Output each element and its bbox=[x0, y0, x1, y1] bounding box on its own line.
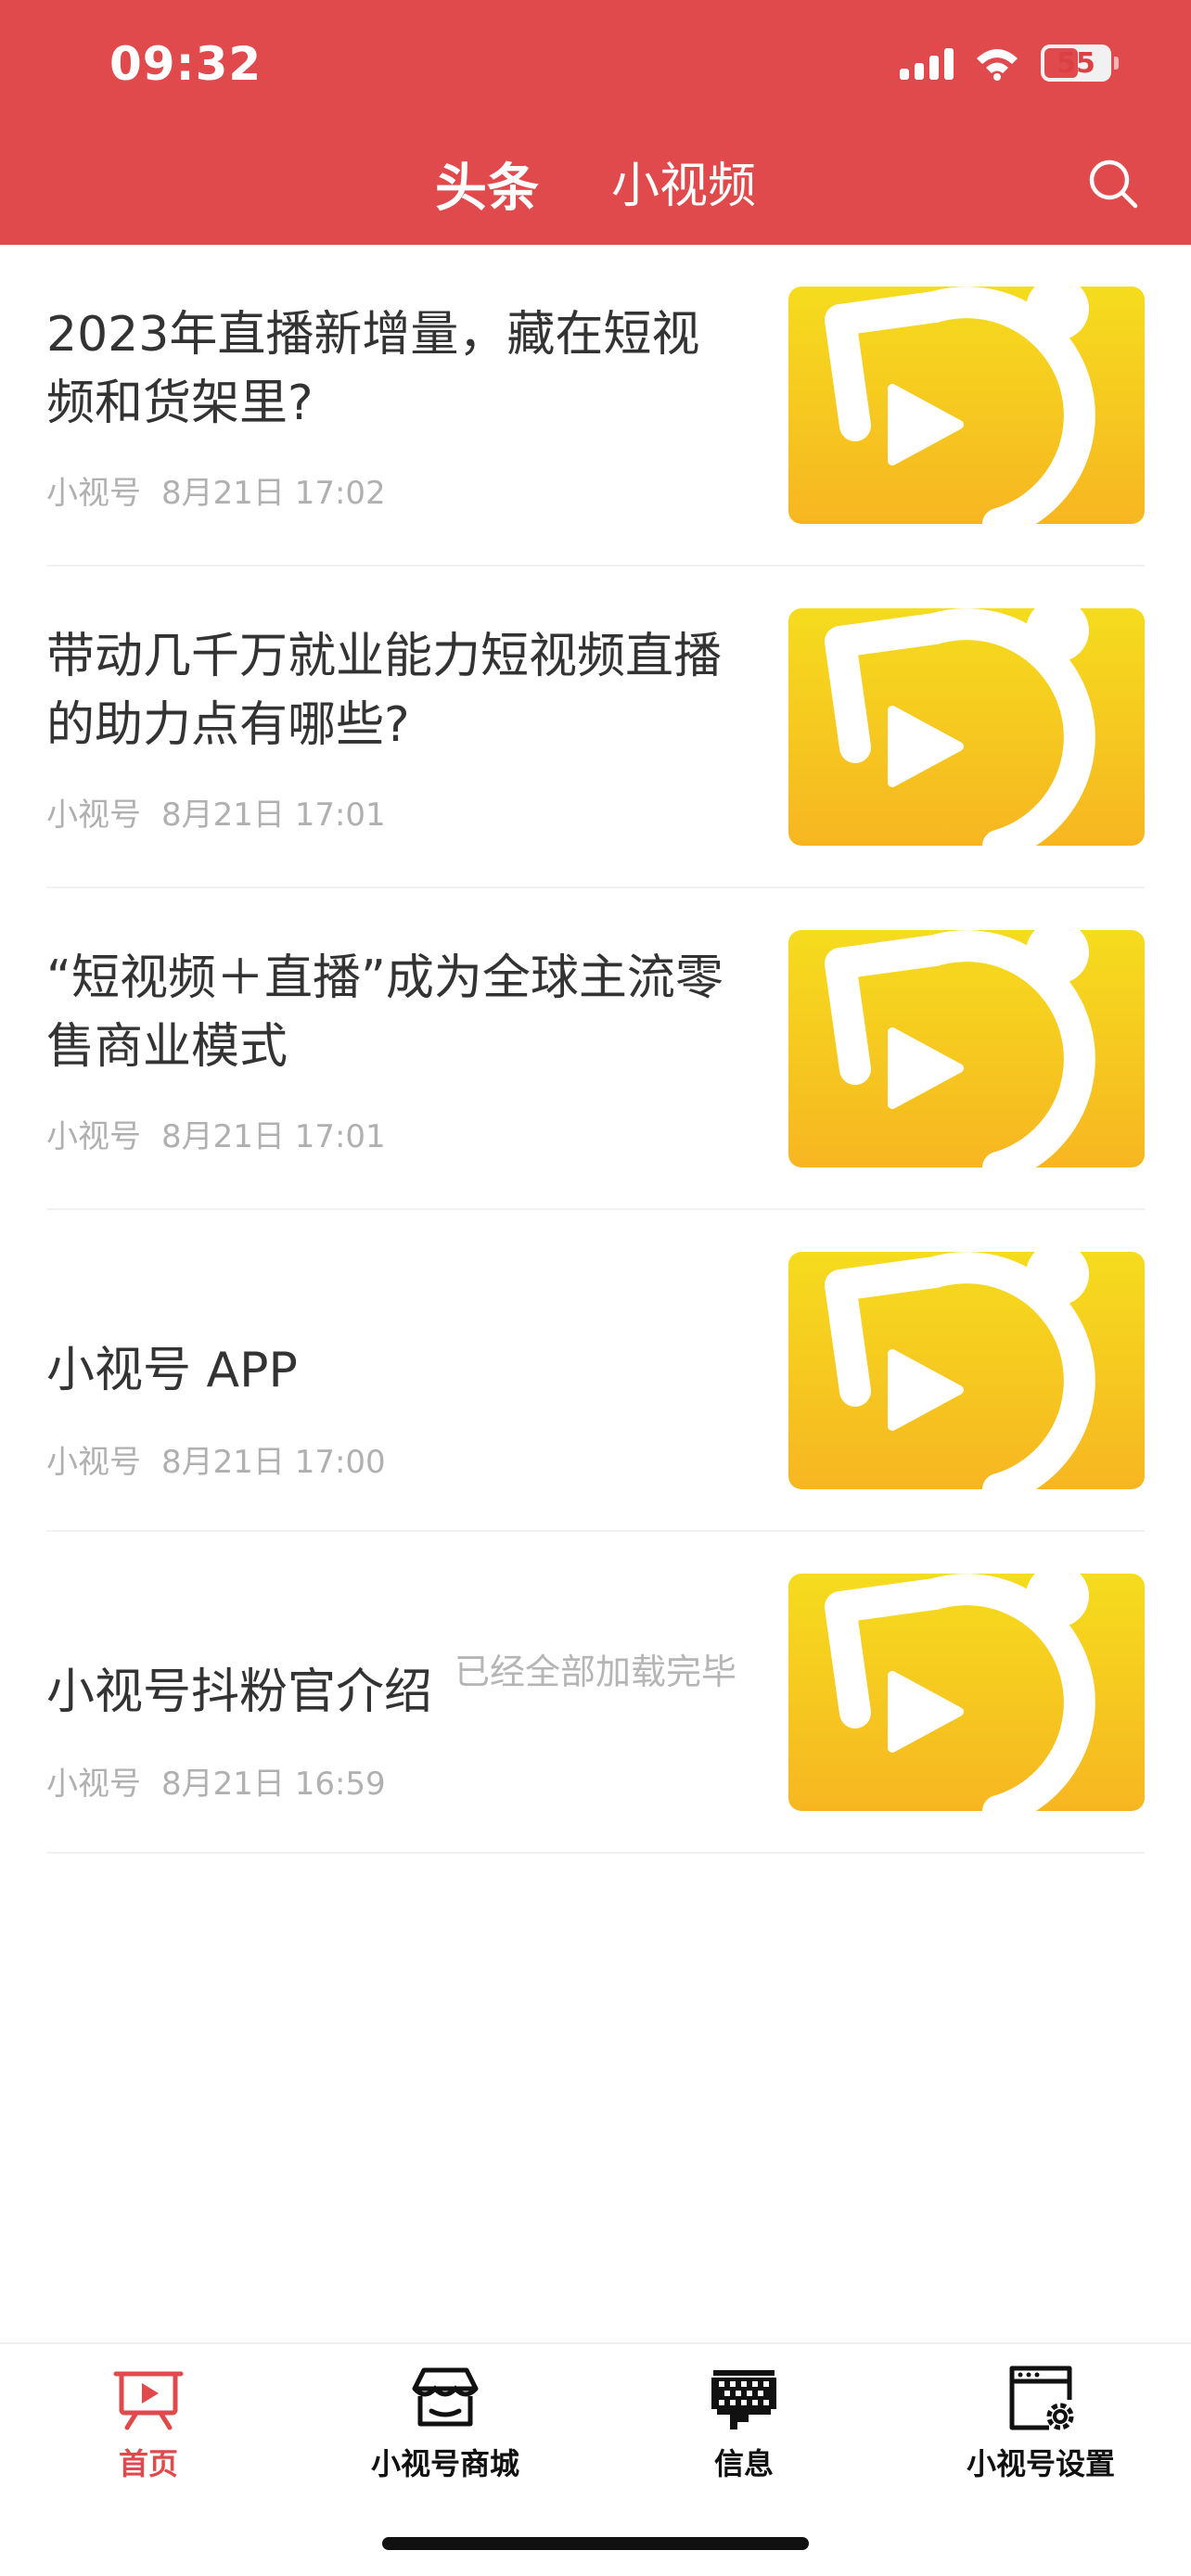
signal-icon bbox=[900, 46, 954, 80]
article-meta: 小视号 8月21日 17:02 bbox=[46, 467, 386, 513]
tab-headlines[interactable]: 头条 bbox=[435, 147, 539, 222]
status-time: 09:32 bbox=[109, 37, 263, 91]
nav-messages[interactable]: 信息 bbox=[633, 2357, 855, 2483]
article-title: “短视频＋直播”成为全球主流零售商业模式 bbox=[46, 950, 724, 1075]
nav-settings[interactable]: 小视号设置 bbox=[929, 2357, 1152, 2483]
search-icon[interactable] bbox=[1085, 156, 1141, 211]
battery-icon: 55 bbox=[1041, 45, 1119, 82]
nav-store[interactable]: 小视号商城 bbox=[334, 2357, 557, 2483]
video-thumbnail bbox=[788, 608, 1145, 846]
article-meta: 小视号 8月21日 17:01 bbox=[46, 1111, 386, 1156]
play-board-icon bbox=[113, 2371, 184, 2430]
wifi-icon bbox=[977, 49, 1018, 81]
nav-store-label: 小视号商城 bbox=[370, 2446, 519, 2481]
article-source: 小视号 bbox=[46, 1118, 141, 1155]
play-logo-icon bbox=[825, 1252, 1095, 1489]
video-thumbnail bbox=[788, 287, 1145, 524]
play-logo-icon bbox=[825, 287, 1095, 524]
message-grid-icon bbox=[711, 2370, 776, 2429]
home-indicator[interactable] bbox=[382, 2537, 809, 2550]
header-tabs: 头条 小视频 bbox=[0, 147, 1191, 222]
list-item[interactable]: 带动几千万就业能力短视频直播的助力点有哪些? 小视号 8月21日 17:01 bbox=[46, 567, 1145, 888]
article-title: 2023年直播新增量，藏在短视频和货架里? bbox=[46, 307, 700, 431]
article-source: 小视号 bbox=[46, 797, 141, 834]
nav-messages-label: 信息 bbox=[713, 2446, 774, 2481]
list-item[interactable]: “短视频＋直播”成为全球主流零售商业模式 小视号 8月21日 17:01 bbox=[46, 888, 1145, 1210]
store-icon bbox=[412, 2367, 479, 2427]
article-time: 8月21日 17:01 bbox=[161, 797, 386, 834]
battery-level: 55 bbox=[1057, 46, 1095, 80]
status-icons: 55 bbox=[900, 45, 1119, 82]
list-item[interactable]: 小视号 APP 小视号 8月21日 17:00 bbox=[46, 1210, 1145, 1532]
header: 09:32 55 头条 小视频 bbox=[0, 0, 1191, 245]
article-meta: 小视号 8月21日 17:00 bbox=[46, 1436, 386, 1482]
nav-home-label: 首页 bbox=[118, 2446, 178, 2481]
article-time: 8月21日 17:00 bbox=[161, 1444, 386, 1481]
article-meta: 小视号 8月21日 16:59 bbox=[46, 1758, 386, 1804]
nav-settings-label: 小视号设置 bbox=[966, 2446, 1115, 2481]
article-source: 小视号 bbox=[46, 1444, 141, 1481]
settings-window-icon bbox=[1009, 2366, 1074, 2430]
video-thumbnail bbox=[788, 1252, 1145, 1489]
nav-home[interactable]: 首页 bbox=[37, 2357, 260, 2483]
article-time: 8月21日 16:59 bbox=[161, 1766, 386, 1803]
video-thumbnail bbox=[788, 930, 1145, 1167]
play-logo-icon bbox=[825, 608, 1095, 846]
article-title: 带动几千万就业能力短视频直播的助力点有哪些? bbox=[46, 629, 723, 753]
end-of-list-message: 已经全部加载完毕 bbox=[454, 1651, 736, 1692]
tab-short-videos[interactable]: 小视频 bbox=[611, 147, 756, 222]
play-logo-icon bbox=[825, 930, 1095, 1167]
article-meta: 小视号 8月21日 17:01 bbox=[46, 789, 386, 835]
article-title: 小视号 APP bbox=[46, 1343, 298, 1398]
list-item[interactable]: 2023年直播新增量，藏在短视频和货架里? 小视号 8月21日 17:02 bbox=[46, 245, 1145, 567]
article-source: 小视号 bbox=[46, 1766, 141, 1803]
article-time: 8月21日 17:01 bbox=[161, 1118, 386, 1155]
article-list: 2023年直播新增量，藏在短视频和货架里? 小视号 8月21日 17:02 带动几… bbox=[46, 245, 1145, 1854]
article-source: 小视号 bbox=[46, 475, 141, 512]
article-time: 8月21日 17:02 bbox=[161, 475, 386, 512]
